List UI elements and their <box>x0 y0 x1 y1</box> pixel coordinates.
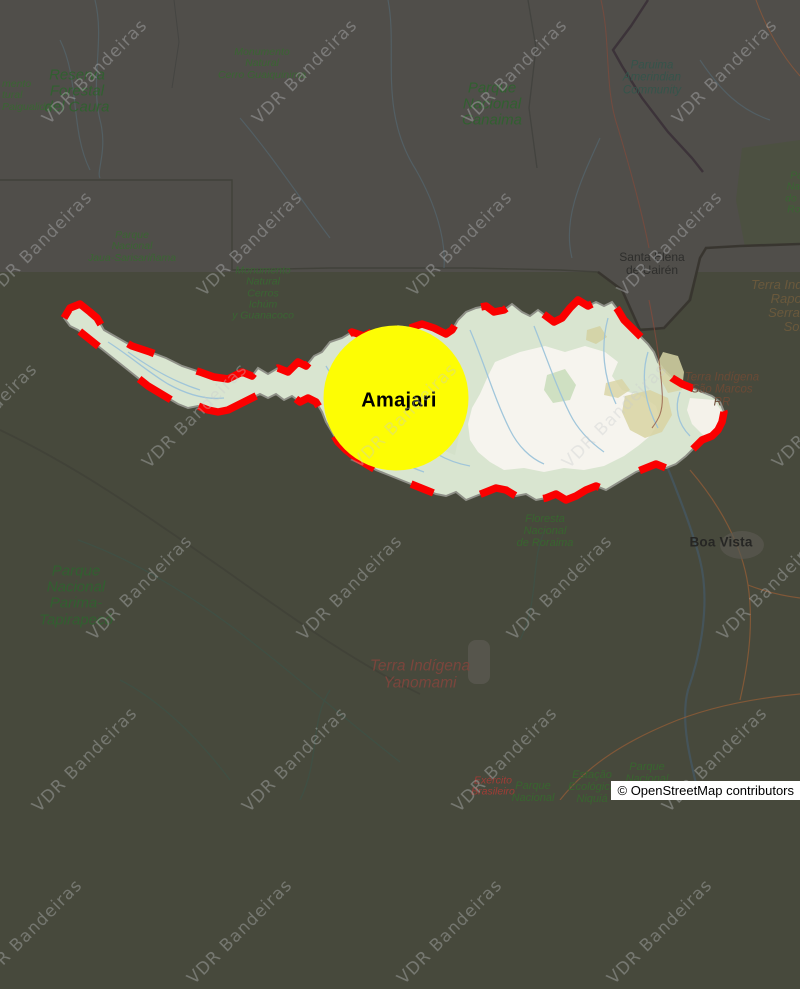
watermark-text: VDR Bandeiras <box>393 875 506 988</box>
gray-patch <box>468 640 490 684</box>
monte-roraima-park-area <box>736 140 800 252</box>
watermark-text: VDR Bandeiras <box>0 875 87 988</box>
watermark-text: VDR Bandeiras <box>183 875 296 988</box>
watermark-text: VDR Bandeiras <box>603 875 716 988</box>
attribution-bar: © OpenStreetMap contributors <box>611 781 800 800</box>
map-canvas[interactable]: mentoturalPaigualidaReservaForestaldel C… <box>0 0 800 800</box>
settlement-patch <box>720 531 764 559</box>
attribution-link[interactable]: © OpenStreetMap contributors <box>618 783 795 798</box>
region-name-label: Amajari <box>361 390 436 413</box>
